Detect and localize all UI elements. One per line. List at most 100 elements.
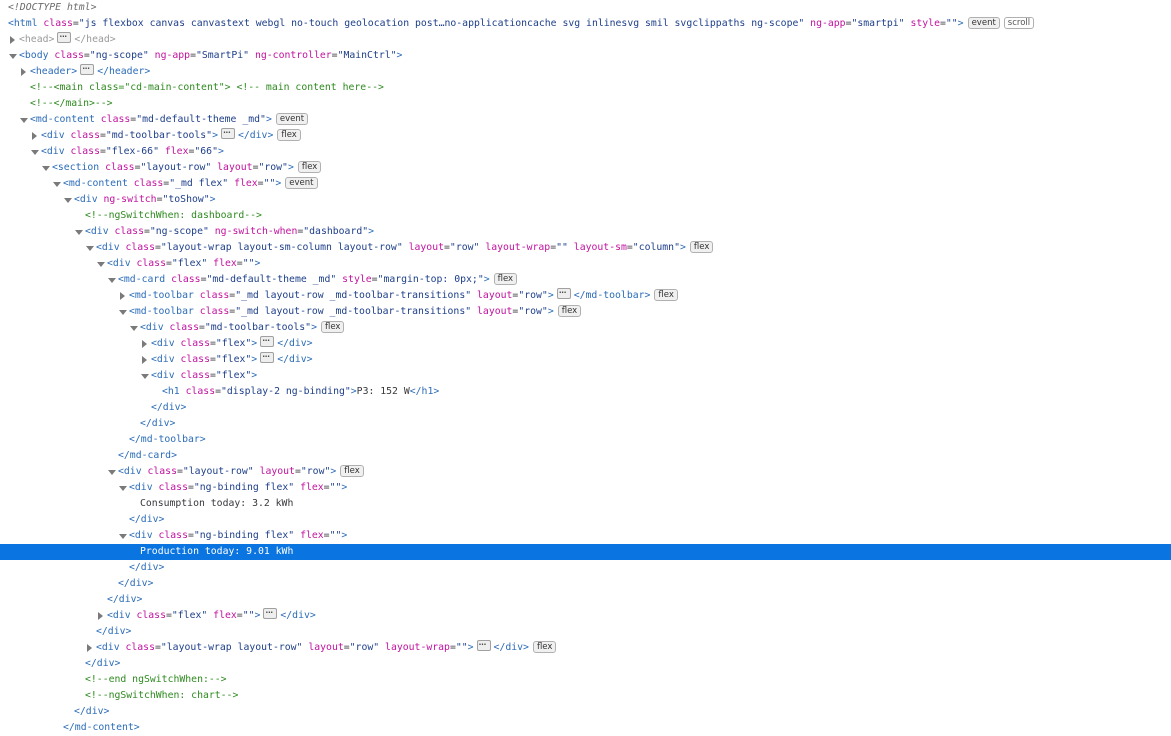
expand-ellipsis-button[interactable]: [220, 125, 235, 141]
expanded-twisty-icon[interactable]: [19, 112, 29, 128]
collapsed-twisty-icon[interactable]: [19, 64, 29, 80]
flex-badge[interactable]: flex: [340, 465, 364, 477]
selected-markup-row[interactable]: Production today: 9.01 kWh: [0, 544, 1171, 560]
expanded-twisty-icon[interactable]: [52, 176, 62, 192]
scroll-badge[interactable]: scroll: [1003, 17, 1035, 29]
expanded-twisty-icon[interactable]: [140, 368, 150, 384]
markup-row[interactable]: </div>: [0, 560, 1171, 576]
markup-row[interactable]: </div>: [0, 656, 1171, 672]
markup-row[interactable]: <md-content class="md-default-theme _md"…: [0, 112, 1171, 128]
markup-row[interactable]: <head> </head>: [0, 29, 1171, 48]
collapsed-twisty-icon[interactable]: [140, 352, 150, 368]
collapsed-twisty-icon[interactable]: [8, 32, 18, 48]
markup-row[interactable]: <div ng-switch="toShow">: [0, 192, 1171, 208]
markup-row[interactable]: <!--<main class="cd-main-content"> <!-- …: [0, 80, 1171, 96]
tag-token: <div: [140, 322, 164, 333]
expand-ellipsis-button[interactable]: [260, 349, 275, 365]
markup-row[interactable]: </div>: [0, 400, 1171, 416]
attribute-value: "md-default-theme _md": [136, 114, 266, 125]
event-badge[interactable]: event: [285, 177, 318, 189]
markup-row[interactable]: </div>: [0, 624, 1171, 640]
expand-ellipsis-button[interactable]: [260, 333, 275, 349]
markup-row[interactable]: <body class="ng-scope" ng-app="SmartPi" …: [0, 48, 1171, 64]
markup-row[interactable]: </md-content>: [0, 720, 1171, 736]
flex-badge[interactable]: flex: [532, 641, 557, 653]
markup-row[interactable]: </div>: [0, 512, 1171, 528]
markup-row[interactable]: <div class="md-toolbar-tools"> flex: [0, 320, 1171, 336]
expand-ellipsis-button[interactable]: [263, 605, 278, 621]
expanded-twisty-icon[interactable]: [107, 464, 117, 480]
expanded-twisty-icon[interactable]: [96, 256, 106, 272]
markup-row[interactable]: <md-toolbar class="_md layout-row _md-to…: [0, 304, 1171, 320]
expanded-twisty-icon[interactable]: [129, 320, 139, 336]
markup-row[interactable]: <div class="ng-binding flex" flex="">: [0, 480, 1171, 496]
expanded-twisty-icon[interactable]: [74, 224, 84, 240]
markup-row[interactable]: <!DOCTYPE html>: [0, 0, 1171, 16]
markup-row[interactable]: <div class="ng-scope" ng-switch-when="da…: [0, 224, 1171, 240]
expanded-twisty-icon[interactable]: [30, 144, 40, 160]
markup-row[interactable]: <div class="flex"></div>: [0, 333, 1171, 352]
markup-row[interactable]: <html class="js flexbox canvas canvastex…: [0, 16, 1171, 32]
expanded-twisty-icon[interactable]: [63, 192, 73, 208]
attribute-name: class: [152, 530, 188, 541]
markup-row[interactable]: <header> </header>: [0, 61, 1171, 80]
markup-row[interactable]: <md-toolbar class="_md layout-row _md-to…: [0, 285, 1171, 304]
expanded-twisty-icon[interactable]: [118, 480, 128, 496]
expanded-twisty-icon[interactable]: [41, 160, 51, 176]
expand-ellipsis-button[interactable]: [476, 637, 491, 653]
flex-badge[interactable]: flex: [654, 289, 678, 301]
expanded-twisty-icon[interactable]: [118, 304, 128, 320]
markup-row[interactable]: <md-content class="_md flex" flex=""> eve…: [0, 176, 1171, 192]
tag-token: <md-content: [30, 114, 95, 125]
expanded-twisty-icon[interactable]: [8, 48, 18, 64]
markup-row[interactable]: </div>: [0, 576, 1171, 592]
collapsed-twisty-icon[interactable]: [96, 608, 106, 624]
markup-row[interactable]: </md-toolbar>: [0, 432, 1171, 448]
flex-badge[interactable]: flex: [557, 305, 582, 317]
markup-row[interactable]: </div>: [0, 416, 1171, 432]
tag-token: <md-toolbar: [129, 306, 194, 317]
expand-ellipsis-button[interactable]: [556, 285, 571, 301]
markup-row[interactable]: <div class="flex-66" flex="66">: [0, 144, 1171, 160]
attribute-value: "md-toolbar-tools": [105, 130, 213, 141]
flex-badge[interactable]: flex: [297, 161, 322, 173]
tag-token: >: [251, 370, 258, 381]
expanded-twisty-icon[interactable]: [118, 528, 128, 544]
flex-badge[interactable]: flex: [689, 241, 714, 253]
markup-row[interactable]: <!--ngSwitchWhen: chart-->: [0, 688, 1171, 704]
attribute-name: class: [174, 370, 210, 381]
markup-row[interactable]: <div class="md-toolbar-tools"></div>flex: [0, 125, 1171, 144]
markup-row[interactable]: <div class="layout-row" layout="row"> fle…: [0, 464, 1171, 480]
markup-row[interactable]: <div class="flex"></div>: [0, 349, 1171, 368]
markup-row[interactable]: <div class="flex">: [0, 368, 1171, 384]
markup-row[interactable]: <div class="ng-binding flex" flex="">: [0, 528, 1171, 544]
markup-row[interactable]: Consumption today: 3.2 kWh: [0, 496, 1171, 512]
collapsed-twisty-icon[interactable]: [140, 336, 150, 352]
collapsed-twisty-icon[interactable]: [85, 640, 95, 656]
markup-row[interactable]: <div class="layout-wrap layout-sm-column…: [0, 240, 1171, 256]
row-content: Production today: 9.01 kWh: [140, 544, 293, 560]
markup-row[interactable]: <md-card class="md-default-theme _md" st…: [0, 272, 1171, 288]
expand-ellipsis-button[interactable]: [57, 29, 72, 45]
event-badge[interactable]: event: [967, 17, 1000, 29]
markup-row[interactable]: <h1 class="display-2 ng-binding">P3: 152…: [0, 384, 1171, 400]
markup-row[interactable]: <div class="flex" flex=""></div>: [0, 605, 1171, 624]
markup-row[interactable]: <!--</main>-->: [0, 96, 1171, 112]
markup-row[interactable]: </div>: [0, 704, 1171, 720]
markup-row[interactable]: <div class="layout-wrap layout-row" layo…: [0, 637, 1171, 656]
markup-row[interactable]: </md-card>: [0, 448, 1171, 464]
collapsed-twisty-icon[interactable]: [30, 128, 40, 144]
flex-badge[interactable]: flex: [320, 321, 345, 333]
expand-ellipsis-button[interactable]: [80, 61, 95, 77]
markup-row[interactable]: </div>: [0, 592, 1171, 608]
event-badge[interactable]: event: [275, 113, 309, 125]
markup-row[interactable]: <section class="layout-row" layout="row"…: [0, 160, 1171, 176]
expanded-twisty-icon[interactable]: [85, 240, 95, 256]
collapsed-twisty-icon[interactable]: [118, 288, 128, 304]
markup-row[interactable]: <div class="flex" flex="">: [0, 256, 1171, 272]
markup-row[interactable]: <!--ngSwitchWhen: dashboard-->: [0, 208, 1171, 224]
flex-badge[interactable]: flex: [493, 273, 518, 285]
expanded-twisty-icon[interactable]: [107, 272, 117, 288]
markup-row[interactable]: <!--end ngSwitchWhen:-->: [0, 672, 1171, 688]
flex-badge[interactable]: flex: [277, 129, 301, 141]
